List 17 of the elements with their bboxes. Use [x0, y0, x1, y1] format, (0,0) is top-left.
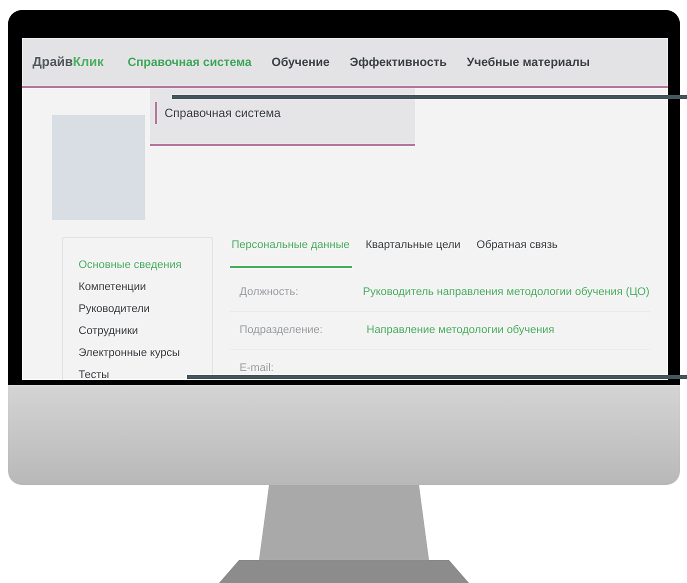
field-value: Направление методологии обучения [366, 322, 554, 338]
tab[interactable]: Обратная связь [474, 237, 560, 268]
sidebar-item[interactable]: Руководители [78, 302, 212, 316]
field-value: Руководитель направления методологии обучения (ЦО) [362, 284, 650, 300]
tab[interactable]: Квартальные цели [364, 237, 463, 268]
logo[interactable]: ДрайвКлик [32, 52, 104, 72]
nav-item[interactable]: Обучение [272, 53, 330, 71]
sidebar-item[interactable]: Тесты [78, 368, 212, 380]
field-label: Подразделение: [240, 322, 324, 338]
dropdown-item[interactable]: Справочная система [154, 102, 414, 124]
field-label: Должность: [240, 284, 300, 300]
nav-item[interactable]: Учебные материалы [466, 53, 590, 71]
sidebar-item[interactable]: Сотрудники [78, 324, 212, 338]
sidebar-item[interactable]: Компетенции [78, 280, 212, 294]
nav-item[interactable]: Эффективность [350, 53, 447, 71]
sidebar-item[interactable]: Электронные курсы [78, 346, 212, 360]
field-label: E-mail: [240, 360, 275, 376]
